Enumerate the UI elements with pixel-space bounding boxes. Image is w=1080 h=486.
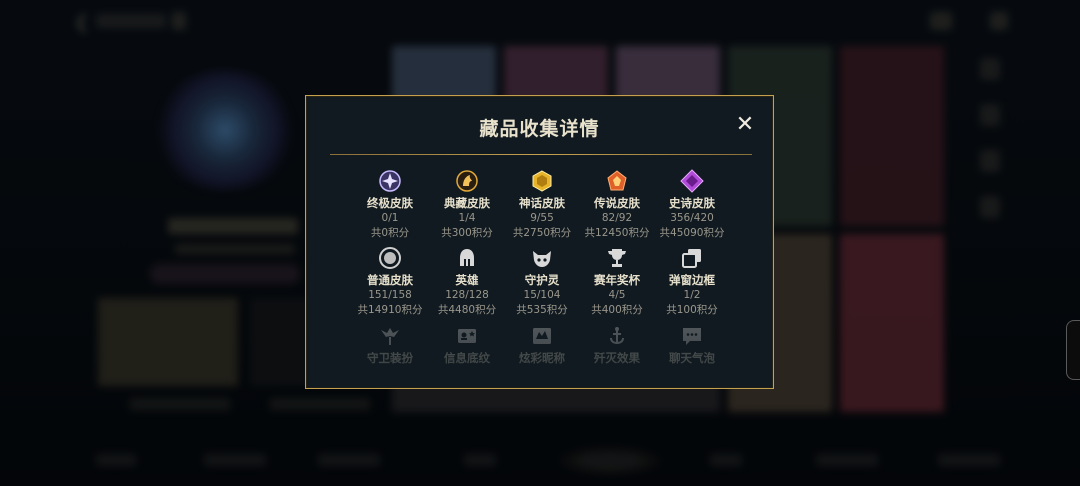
kill-effect-icon [605,324,629,348]
champion-helmet-icon [455,246,479,270]
collection-item-epic[interactable]: 史诗皮肤 356/420 共45090积分 [647,169,737,240]
trophy-icon [605,246,629,270]
prestige-skin-icon [455,169,479,193]
mythic-skin-icon [530,169,554,193]
ultimate-skin-icon [378,169,402,193]
chroma-name-icon [530,324,554,348]
title-divider [330,154,752,155]
collection-item-chat-bubble[interactable]: 聊天气泡 [647,324,737,365]
dialog-title: 藏品收集详情 [479,118,600,140]
edge-handle[interactable] [1066,320,1080,380]
profile-banner-icon [455,324,479,348]
guardian-icon [530,246,554,270]
collection-details-dialog: 藏品收集详情 ✕ 终极皮肤 0/1 共0积分 典藏皮肤 1/4 共300积分 神… [305,95,774,389]
close-icon[interactable]: ✕ [734,114,756,136]
common-skin-icon [378,246,402,270]
chat-bubble-icon [680,324,704,348]
ward-skin-icon [378,324,402,348]
popup-frame-icon [680,246,704,270]
epic-skin-icon [680,169,704,193]
legendary-skin-icon [605,169,629,193]
collection-item-popup-frame[interactable]: 弹窗边框 1/2 共100积分 [647,246,737,317]
